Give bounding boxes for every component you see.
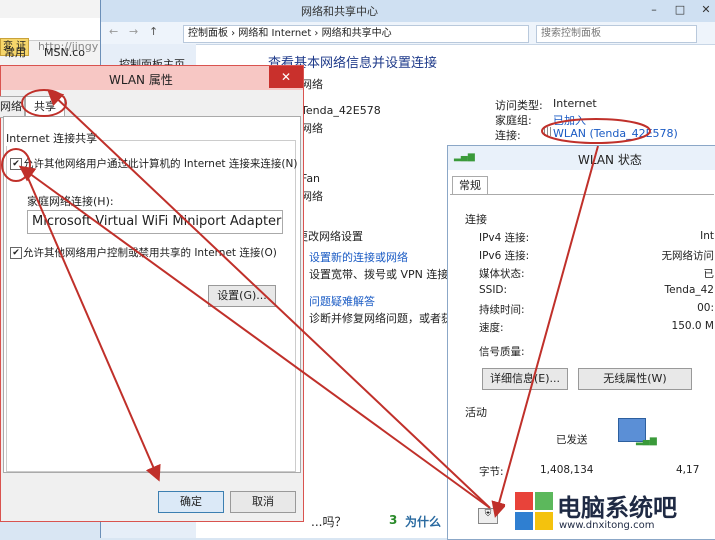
allow-control-label[interactable]: 允许其他网络用户控制或禁用共享的 Internet 连接(O) [23, 245, 277, 260]
browser-fragment: 変 证 http://jingy 常用 MSN.co [0, 0, 101, 65]
setup-connection-link[interactable]: 设置新的连接或网络 [309, 249, 408, 265]
ics-group-title: Internet 连接共享 [6, 130, 101, 146]
section-active-networks: 网络 [301, 78, 323, 91]
ok-button[interactable]: 确定 [158, 491, 224, 513]
back-icon[interactable]: ← [109, 25, 118, 38]
watermark: 电脑系统吧 www.dnxitong.com [505, 488, 715, 538]
access-label: 访问类型: [495, 99, 543, 112]
address-bar[interactable]: 変 证 http://jingy [0, 18, 100, 56]
troubleshoot-link[interactable]: 问题疑难解答 [309, 293, 375, 309]
bookmarks-bar: 常用 MSN.co [0, 44, 100, 62]
row-value: Int [700, 230, 714, 242]
bottom-number: 3 [389, 513, 398, 527]
change-settings-heading: 更改网络设置 [297, 230, 363, 243]
dialog-title-bar: WLAN 属性 ✕ [1, 66, 303, 90]
wireless-properties-button[interactable]: 无线属性(W) [578, 368, 692, 390]
bytes-sent: 1,408,134 [540, 464, 594, 476]
connection-group-title: 连接 [465, 213, 487, 226]
row-value: 已 [703, 268, 715, 280]
homegroup-link[interactable]: 已加入 [553, 112, 586, 128]
net1-type[interactable]: 网络 [301, 120, 323, 136]
close-icon[interactable]: ✕ [693, 0, 715, 20]
status-title-bar: ▂▄▆ WLAN 状态 [448, 146, 715, 170]
net1-name: Tenda_42E578 [301, 104, 381, 117]
signal-quality-label: 信号质量: [479, 346, 525, 358]
home-network-label: 家庭网络连接(H): [27, 195, 114, 208]
access-value: Internet [553, 97, 597, 110]
wlan-connection-link[interactable]: WLAN (Tenda_42E578) [553, 127, 678, 140]
row-value: 150.0 M [671, 320, 714, 332]
wifi-icon: ||| [543, 127, 553, 137]
wlan-properties-dialog: WLAN 属性 ✕ 网络 共享 Internet 连接共享 ✔ 允许其他网络用户… [0, 65, 304, 522]
row-value: 00: [697, 302, 714, 314]
bottom-mid-text: ...吗？ [311, 515, 347, 529]
row-label: IPv6 连接: [479, 250, 530, 262]
bytes-label: 字节: [479, 466, 504, 478]
bottom-why-text: 为什么 [405, 515, 442, 529]
tab-divider [450, 194, 714, 195]
activity-group-title: 活动 [465, 406, 487, 419]
cancel-button[interactable]: 取消 [230, 491, 296, 513]
search-input[interactable]: 搜索控制面板 [536, 25, 697, 43]
title-bar: 网络和共享中心 – □ ✕ [101, 0, 715, 22]
row-value: 无网络访问 [661, 250, 715, 262]
allow-control-checkbox[interactable]: ✔ [10, 247, 22, 259]
bytes-received: 4,17 [676, 464, 700, 476]
status-title: WLAN 状态 [578, 153, 642, 167]
maximize-icon[interactable]: □ [667, 0, 693, 20]
sent-label: 已发送 [556, 434, 588, 446]
minimize-icon[interactable]: – [641, 0, 667, 20]
row-label: 速度: [479, 322, 504, 334]
allow-share-checkbox[interactable]: ✔ [10, 158, 22, 170]
tab-general[interactable]: 常规 [452, 176, 488, 195]
forward-icon[interactable]: → [129, 25, 138, 38]
allow-share-label[interactable]: 允许其他网络用户通过此计算机的 Internet 连接来连接(N) [23, 156, 297, 171]
row-label: 媒体状态: [479, 268, 525, 280]
wlan-status-dialog: ▂▄▆ WLAN 状态 常规 连接 IPv4 连接: Int IPv6 连接: … [447, 145, 715, 540]
close-icon[interactable]: ✕ [269, 66, 303, 88]
up-icon[interactable]: ↑ [149, 25, 158, 38]
home-network-select[interactable]: Microsoft Virtual WiFi Miniport Adapter [27, 210, 283, 234]
connection-label: 连接: [495, 129, 521, 142]
disable-button-icon[interactable]: ⛨ [478, 508, 498, 524]
row-label: SSID: [479, 284, 508, 296]
details-button[interactable]: 详细信息(E)... [482, 368, 568, 390]
nav-bar: ← → ↑ 控制面板 › 网络和 Internet › 网络和共享中心 搜索控制… [101, 22, 715, 45]
bookmark-msn[interactable]: MSN.co [44, 44, 85, 62]
settings-button[interactable]: 设置(G)... [208, 285, 276, 307]
bookmark-common[interactable]: 常用 [4, 44, 26, 62]
window-title: 网络和共享中心 [301, 5, 378, 18]
windows-logo-icon [515, 492, 553, 530]
tab-network[interactable]: 网络 [0, 96, 25, 118]
row-label: 持续时间: [479, 304, 525, 316]
row-value: Tenda_42 [664, 284, 714, 296]
breadcrumb[interactable]: 控制面板 › 网络和 Internet › 网络和共享中心 [183, 25, 529, 43]
net2-type[interactable]: 网络 [301, 188, 323, 204]
dialog-title: WLAN 属性 [109, 73, 173, 87]
watermark-url: www.dnxitong.com [559, 520, 655, 531]
signal-icon: ▂▄▆ [454, 152, 475, 162]
activity-signal-icon: ▂▄▆ [636, 436, 657, 446]
tab-sharing[interactable]: 共享 [25, 96, 65, 118]
homegroup-label: 家庭组: [495, 114, 532, 127]
row-label: IPv4 连接: [479, 232, 530, 244]
watermark-brand: 电脑系统吧 [557, 494, 677, 522]
